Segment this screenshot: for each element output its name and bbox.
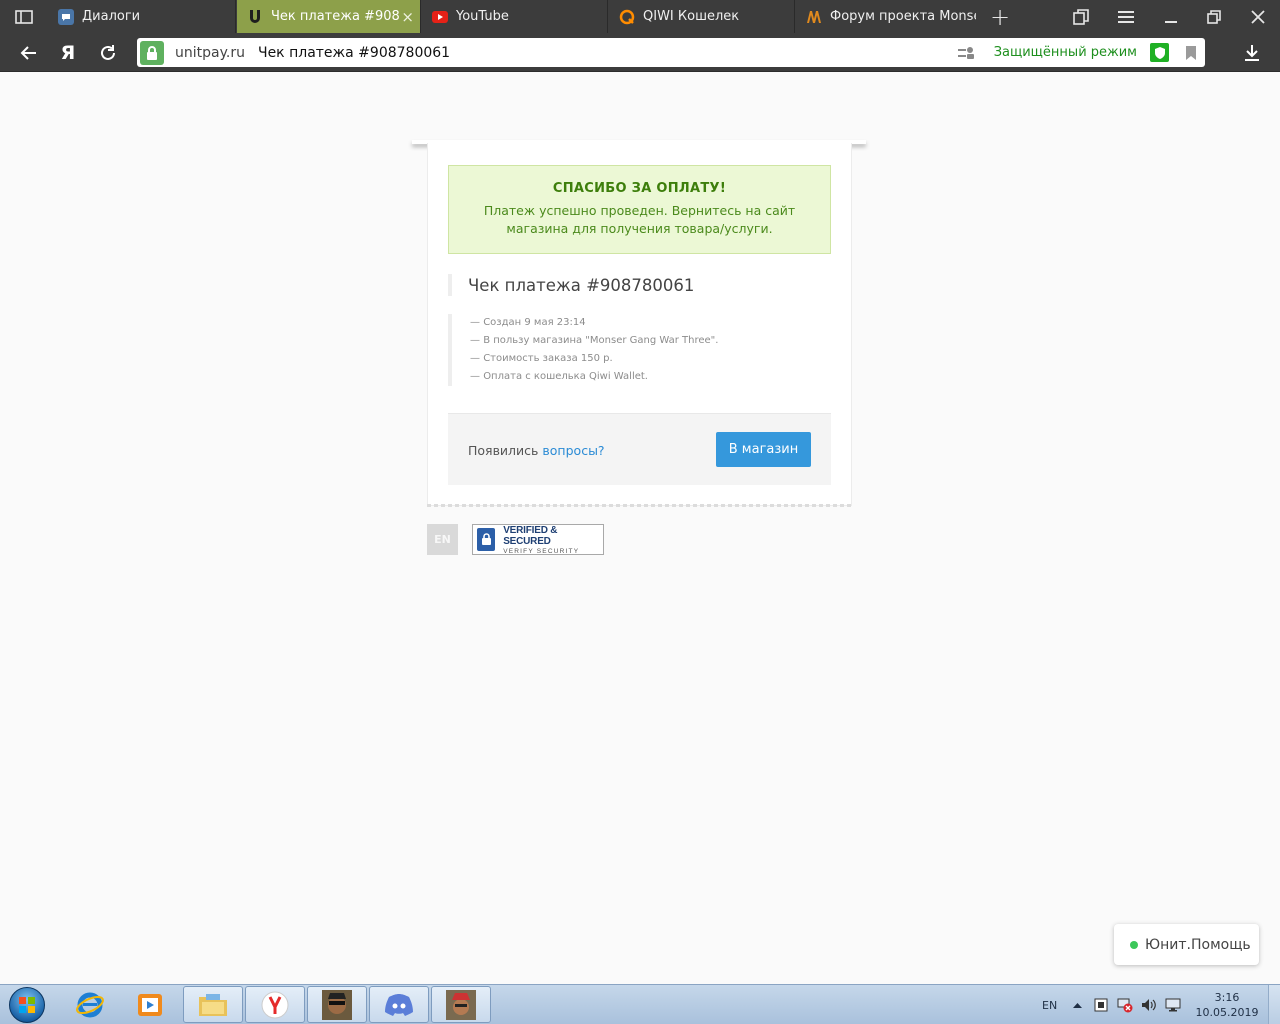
display-icon[interactable] — [1164, 985, 1182, 1024]
verified-title: VERIFIED & SECURED — [503, 524, 558, 547]
help-chat-button[interactable]: Юнит.Помощь — [1114, 924, 1259, 965]
new-tab-button[interactable]: + — [986, 0, 1014, 33]
clock-time: 3:16 — [1214, 991, 1240, 1004]
volume-icon[interactable] — [1140, 985, 1158, 1024]
browser-toolbar: Я unitpay.ru Чек платежа #908780061 Защи… — [0, 33, 1280, 72]
address-bar[interactable]: unitpay.ru Чек платежа #908780061 Защищё… — [137, 38, 1205, 67]
tab-label: YouTube — [456, 9, 509, 24]
site-settings-icon[interactable] — [957, 38, 975, 67]
qiwi-icon — [619, 9, 635, 25]
address-page-title: Чек платежа #908780061 — [257, 44, 451, 61]
show-hidden-icons-icon[interactable] — [1070, 985, 1084, 1024]
start-button[interactable] — [0, 985, 54, 1024]
tab-dialogs[interactable]: Диалоги — [48, 0, 236, 33]
back-to-shop-button[interactable]: В магазин — [716, 432, 811, 467]
tab-forum[interactable]: Форум проекта Monser.Ru — [796, 0, 982, 33]
network-error-icon[interactable] — [1116, 985, 1134, 1024]
minimize-window-icon[interactable] — [1156, 0, 1186, 33]
clock-date: 10.05.2019 — [1195, 1006, 1259, 1019]
game-client-icon[interactable] — [431, 986, 491, 1023]
vk-messages-icon — [58, 8, 74, 25]
reload-icon[interactable] — [94, 33, 122, 72]
detail-created: Создан 9 мая 23:14 — [470, 314, 831, 332]
receipt-footer: Появились вопросы? В магазин — [448, 413, 831, 485]
close-tab-icon[interactable]: × — [401, 0, 414, 33]
internet-explorer-icon[interactable] — [60, 986, 120, 1023]
bookmark-icon[interactable] — [1185, 38, 1197, 67]
back-arrow-icon[interactable] — [14, 33, 42, 72]
help-chat-label: Юнит.Помощь — [1145, 936, 1251, 953]
tab-label: Чек платежа #908780061 — [271, 9, 399, 24]
shield-icon[interactable] — [1150, 43, 1169, 62]
language-button[interactable]: EN — [427, 524, 458, 555]
success-title: СПАСИБО ЗА ОПЛАТУ! — [552, 181, 727, 196]
windows-logo-icon — [9, 987, 45, 1023]
payment-receipt-card: СПАСИБО ЗА ОПЛАТУ! Платеж успешно провед… — [427, 143, 852, 506]
verified-secured-badge[interactable]: VERIFIED & SECURED VERIFY SECURITY — [472, 524, 604, 555]
yandex-logo-icon[interactable]: Я — [54, 33, 82, 72]
file-explorer-icon[interactable] — [183, 986, 243, 1023]
restore-window-icon[interactable] — [1199, 0, 1229, 33]
detail-amount: Стоимость заказа 150 р. — [470, 350, 831, 368]
tab-youtube[interactable]: YouTube — [422, 0, 608, 33]
tab-label: Диалоги — [82, 9, 141, 24]
tabs-overview-icon[interactable] — [1066, 0, 1096, 33]
tab-label: QIWI Кошелек — [643, 9, 740, 24]
card-perforated-edge — [427, 504, 852, 507]
browser-tab-bar: Диалоги Чек платежа #908780061 × YouTube… — [0, 0, 1280, 33]
close-window-icon[interactable] — [1243, 0, 1273, 33]
system-clock[interactable]: 3:16 10.05.2019 — [1194, 990, 1260, 1020]
online-status-dot — [1130, 940, 1138, 949]
verified-subtitle: VERIFY SECURITY — [503, 547, 580, 555]
address-domain: unitpay.ru — [175, 44, 245, 61]
receipt-heading: Чек платежа #908780061 — [448, 274, 694, 296]
detail-payment-method: Оплата с кошелька Qiwi Wallet. — [470, 368, 831, 386]
success-message: Платеж успешно проведен. Вернитесь на са… — [483, 203, 796, 236]
padlock-shield-icon — [477, 528, 496, 551]
receipt-details: Создан 9 мая 23:14 В пользу магазина "Mo… — [448, 314, 831, 386]
windows-taskbar: EN 3:16 10.05.2019 — [0, 984, 1280, 1024]
youtube-icon — [432, 9, 448, 25]
success-alert: СПАСИБО ЗА ОПЛАТУ! Платеж успешно провед… — [448, 165, 831, 254]
questions-link[interactable]: вопросы? — [542, 443, 604, 458]
tab-qiwi[interactable]: QIWI Кошелек — [609, 0, 795, 33]
yandex-browser-icon[interactable] — [245, 986, 305, 1023]
forum-icon — [806, 9, 822, 25]
app-tray-icon[interactable] — [1092, 985, 1110, 1024]
tab-payment-receipt[interactable]: Чек платежа #908780061 × — [237, 0, 421, 33]
unitpay-icon — [247, 9, 263, 25]
tab-label: Форум проекта Monser.Ru — [830, 9, 976, 24]
menu-icon[interactable] — [1111, 0, 1141, 33]
lock-icon[interactable] — [140, 40, 164, 65]
downloads-icon[interactable] — [1237, 33, 1267, 72]
game-app-icon[interactable] — [307, 986, 367, 1023]
questions-label: Появились — [468, 442, 539, 458]
input-language-indicator[interactable]: EN — [1042, 985, 1057, 1024]
media-player-icon[interactable] — [120, 986, 180, 1023]
detail-merchant: В пользу магазина "Monser Gang War Three… — [470, 332, 831, 350]
questions-text: Появились вопросы? — [468, 414, 605, 486]
sidebar-toggle-icon[interactable] — [10, 0, 38, 33]
discord-icon[interactable] — [369, 986, 429, 1023]
show-desktop-button[interactable] — [1268, 985, 1280, 1024]
protect-mode-label[interactable]: Защищённый режим — [994, 38, 1137, 67]
